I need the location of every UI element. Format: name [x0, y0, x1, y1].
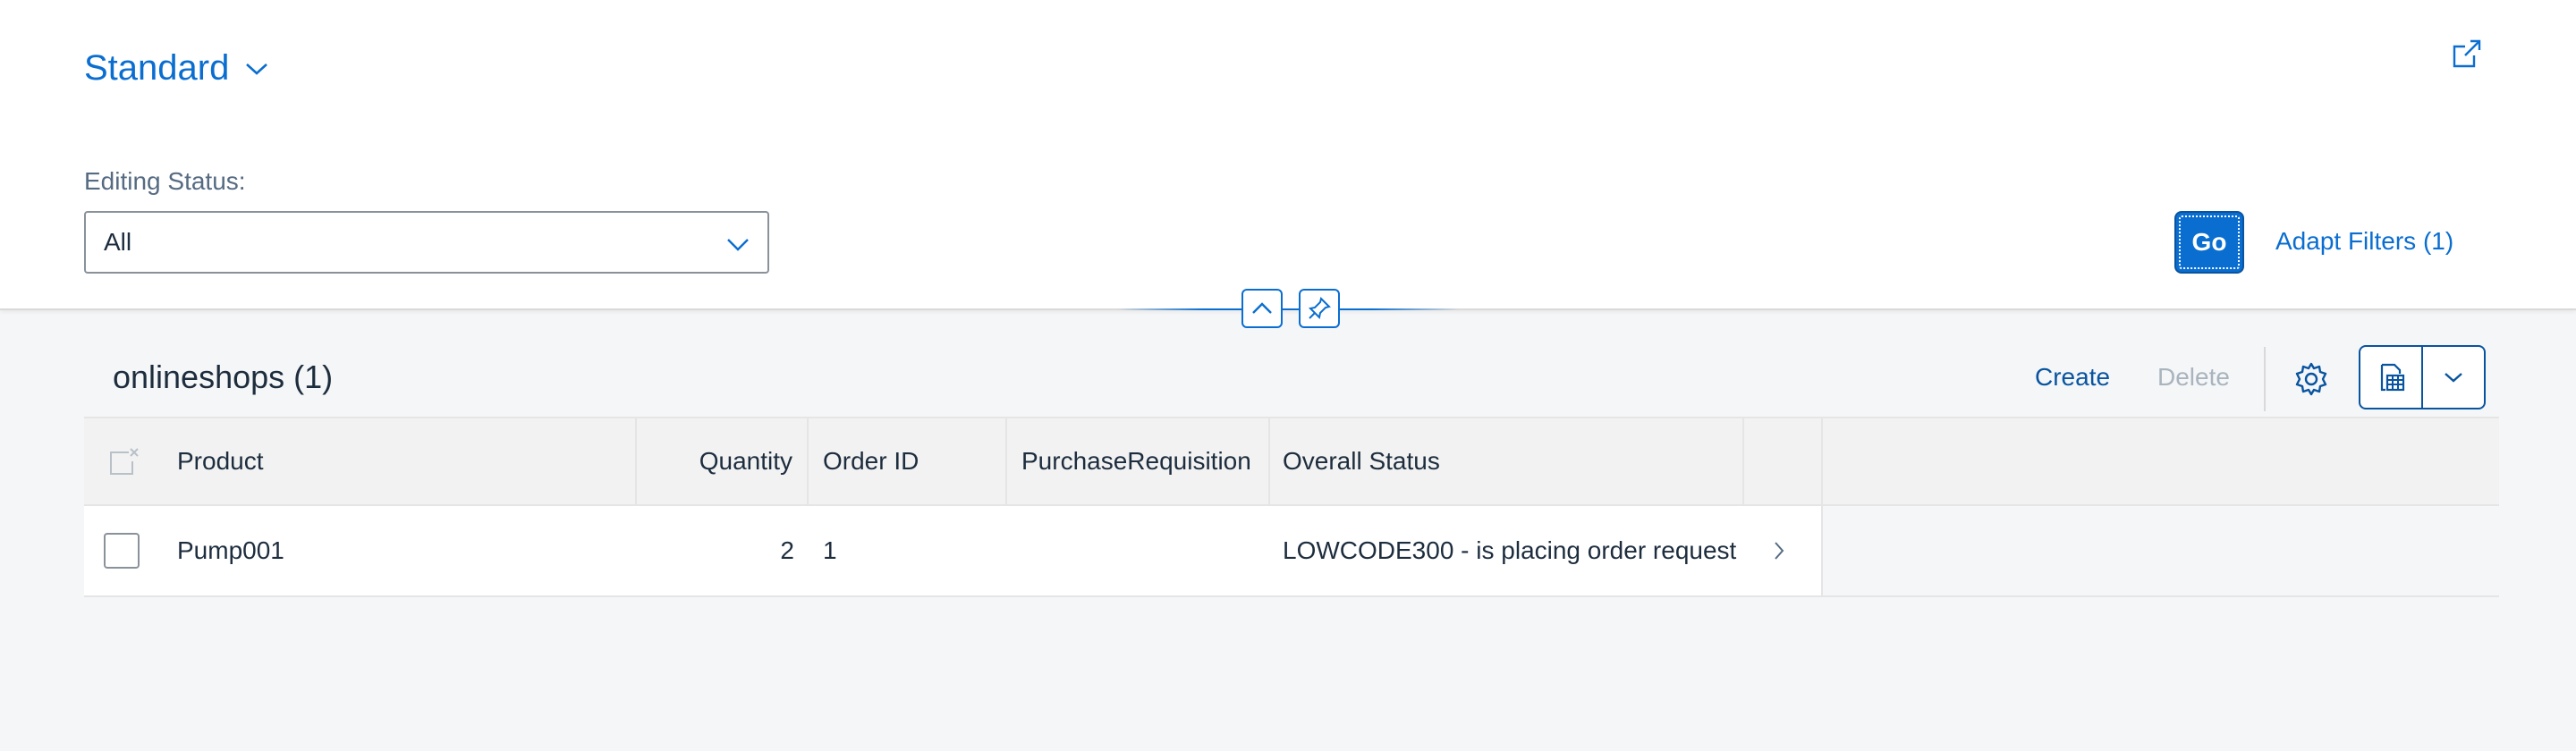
chevron-up-icon: [1252, 302, 1272, 314]
cell-order-id: 1: [823, 536, 837, 564]
gear-icon: [2295, 362, 2327, 396]
row-filler: [1823, 506, 2499, 595]
editing-status-select[interactable]: All: [84, 211, 769, 274]
cell-overall-status: LOWCODE300 - is placing order request: [1283, 536, 1737, 564]
column-separator: [1742, 418, 1744, 504]
variant-selector[interactable]: Standard: [84, 48, 268, 89]
chevron-down-icon: [727, 239, 749, 251]
share-button[interactable]: [2447, 34, 2487, 73]
toolbar-separator: [2264, 347, 2266, 411]
filter-header: Standard Editing Status: All Go Adapt Fi…: [0, 0, 2576, 310]
column-separator: [1268, 418, 1270, 504]
collapse-header-button[interactable]: [1241, 289, 1283, 328]
cell-product: Pump001: [177, 536, 284, 564]
column-header-purchase-requisition[interactable]: PurchaseRequisition: [1021, 418, 1272, 504]
header-divider: [1118, 308, 1458, 310]
export-options-button[interactable]: [2421, 347, 2484, 408]
cell-quantity: 2: [780, 536, 794, 564]
column-header-quantity[interactable]: Quantity: [637, 418, 792, 504]
chevron-down-icon: [246, 63, 268, 75]
create-button[interactable]: Create: [2035, 363, 2110, 392]
row-checkbox[interactable]: [104, 533, 140, 569]
column-separator: [807, 418, 809, 504]
table-row[interactable]: Pump001 2 1 LOWCODE300 - is placing orde…: [84, 506, 2499, 597]
adapt-filters-link[interactable]: Adapt Filters (1): [2275, 227, 2453, 256]
editing-status-value: All: [104, 228, 132, 256]
chevron-right-icon: [1775, 542, 1784, 560]
export-button-group: [2359, 345, 2486, 409]
cell-purchase-requisition: [1021, 506, 1263, 595]
variant-title: Standard: [84, 48, 230, 88]
clear-selection-button[interactable]: [107, 418, 143, 504]
pin-icon: [1308, 297, 1331, 320]
export-button[interactable]: [2360, 347, 2421, 408]
table-settings-button[interactable]: [2292, 359, 2331, 399]
chevron-down-icon: [2445, 373, 2462, 383]
export-spreadsheet-icon: [2380, 363, 2405, 392]
table-title: onlineshops (1): [113, 359, 334, 395]
go-button[interactable]: Go: [2174, 211, 2244, 274]
share-icon: [2453, 39, 2481, 68]
header-filler: [1823, 418, 2499, 504]
column-header-overall-status[interactable]: Overall Status: [1283, 418, 1730, 504]
clear-selection-icon: [110, 448, 139, 475]
table-header-row: Product Quantity Order ID PurchaseRequis…: [84, 417, 2499, 506]
data-table: Product Quantity Order ID PurchaseRequis…: [84, 417, 2499, 597]
delete-button[interactable]: Delete: [2157, 363, 2230, 392]
column-separator: [1005, 418, 1007, 504]
column-header-product[interactable]: Product: [177, 418, 624, 504]
row-navigation[interactable]: [1773, 506, 1800, 595]
editing-status-label: Editing Status:: [84, 167, 246, 195]
pin-header-button[interactable]: [1299, 289, 1340, 328]
column-header-order-id[interactable]: Order ID: [823, 418, 1002, 504]
row-select[interactable]: [104, 506, 143, 595]
